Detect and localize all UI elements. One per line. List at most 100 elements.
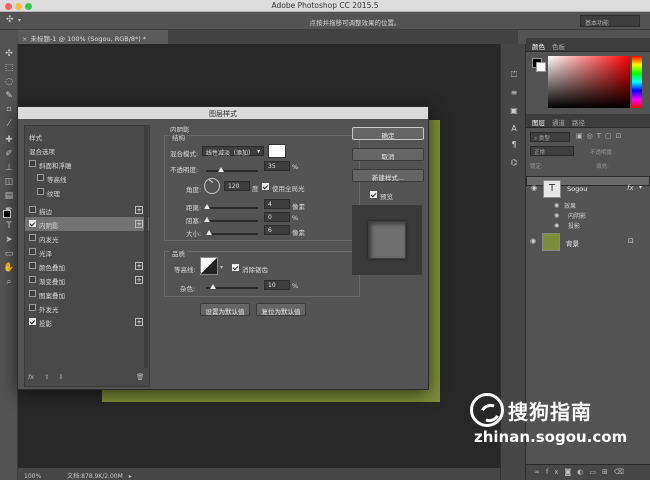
shape-icon[interactable]: ▭: [3, 248, 15, 260]
style-item-contour[interactable]: 等高线: [25, 171, 149, 185]
properties-icon[interactable]: ▣: [507, 106, 521, 118]
chevron-down-icon[interactable]: ▾: [18, 17, 21, 24]
background-swatch[interactable]: [536, 62, 546, 72]
style-item-texture[interactable]: 纹理: [25, 185, 149, 199]
folder-icon[interactable]: ▭: [589, 468, 602, 476]
trash-icon[interactable]: 🗑: [136, 373, 144, 381]
style-checkbox[interactable]: [29, 318, 36, 325]
slider-handle[interactable]: [206, 230, 212, 235]
slider-handle[interactable]: [210, 284, 216, 289]
hand-icon[interactable]: ✋: [3, 262, 15, 274]
tab-channels[interactable]: 通道: [552, 117, 565, 127]
quick-select-icon[interactable]: ✎: [3, 90, 15, 102]
style-checkbox[interactable]: [29, 276, 36, 283]
eye-icon[interactable]: ◉: [530, 237, 536, 245]
style-checkbox[interactable]: [29, 220, 36, 227]
choke-slider[interactable]: [204, 217, 258, 222]
style-checkbox[interactable]: [29, 206, 36, 213]
link-icon[interactable]: ∞: [534, 468, 546, 476]
style-item-outer-glow[interactable]: 外发光: [25, 301, 149, 315]
make-default-button[interactable]: 设置为默认值: [200, 303, 250, 316]
blend-mode-select[interactable]: 正常: [530, 146, 574, 156]
style-checkbox[interactable]: [37, 188, 44, 195]
tab-color[interactable]: 颜色: [532, 41, 545, 51]
style-item-inner-glow[interactable]: 内发光: [25, 231, 149, 245]
style-checkbox[interactable]: [29, 262, 36, 269]
size-input[interactable]: 6: [264, 225, 290, 235]
preview-checkbox[interactable]: [370, 191, 377, 198]
move-up-icon[interactable]: ⇧: [44, 373, 49, 381]
fx-icon[interactable]: fx: [28, 373, 34, 381]
fx-icon[interactable]: fx: [627, 184, 634, 192]
gradient-icon[interactable]: ▤: [3, 190, 15, 202]
zoom-level[interactable]: 100%: [24, 473, 41, 480]
move-down-icon[interactable]: ⇩: [58, 373, 63, 381]
hue-slider[interactable]: [632, 56, 642, 108]
chevron-down-icon[interactable]: ▾: [220, 264, 223, 271]
slider-handle[interactable]: [218, 167, 224, 172]
type-icon[interactable]: T: [3, 220, 15, 232]
add-icon[interactable]: +: [135, 206, 143, 214]
add-icon[interactable]: +: [135, 276, 143, 284]
antialias-checkbox[interactable]: [232, 264, 239, 271]
style-item-gradient-overlay[interactable]: 渐变叠加 +: [25, 273, 149, 287]
eye-icon[interactable]: ◉: [531, 184, 537, 192]
mask-icon[interactable]: ◙: [564, 468, 577, 476]
reset-default-button[interactable]: 复位为默认值: [256, 303, 306, 316]
fx-menu-icon[interactable]: fx: [546, 468, 565, 476]
style-item-stroke[interactable]: 描边 +: [25, 203, 149, 217]
new-style-button[interactable]: 新建样式...: [352, 169, 424, 182]
slider-handle[interactable]: [204, 217, 210, 222]
distance-slider[interactable]: [204, 204, 258, 209]
move-icon[interactable]: ✣: [3, 48, 15, 60]
tab-paths[interactable]: 路径: [572, 117, 585, 127]
color-picker-field[interactable]: [548, 56, 630, 108]
eye-icon[interactable]: ◉: [554, 202, 559, 209]
tab-swatches[interactable]: 色板: [552, 41, 565, 51]
styles-scrollbar[interactable]: [144, 126, 148, 368]
style-item-drop-shadow[interactable]: 投影 +: [25, 315, 149, 329]
noise-slider[interactable]: [206, 284, 258, 289]
style-checkbox[interactable]: [29, 160, 36, 167]
adjustment-layer-icon[interactable]: ◐: [577, 468, 589, 476]
character-icon[interactable]: A: [507, 124, 521, 136]
style-item-bevel[interactable]: 斜面和浮雕: [25, 157, 149, 171]
opacity-slider[interactable]: [206, 167, 258, 172]
paragraph-icon[interactable]: ¶: [507, 140, 521, 152]
angle-input[interactable]: 120: [224, 181, 250, 191]
eye-icon[interactable]: ◉: [554, 212, 559, 219]
choke-input[interactable]: 0: [264, 212, 290, 222]
trash-icon[interactable]: ⌫: [614, 468, 630, 476]
distance-input[interactable]: 4: [264, 199, 290, 209]
document-tab[interactable]: × 未标题-1 @ 100% (Sogou, RGB/8*) *: [18, 30, 168, 44]
style-checkbox[interactable]: [29, 290, 36, 297]
path-select-icon[interactable]: ➤: [3, 234, 15, 246]
ok-button[interactable]: 确定: [352, 127, 424, 140]
chevron-down-icon[interactable]: ▾: [639, 184, 642, 191]
layer-kind-filter[interactable]: ⌕ 类型: [530, 132, 570, 142]
chevron-right-icon[interactable]: ▸: [129, 473, 132, 480]
blend-mode-select[interactable]: 线性减淡（添加） ▾: [202, 146, 264, 157]
marquee-icon[interactable]: ⬚: [3, 62, 15, 74]
history-icon[interactable]: ⏍: [507, 70, 521, 82]
adjustments-icon[interactable]: ≡: [507, 88, 521, 100]
lasso-icon[interactable]: ◌: [3, 76, 15, 88]
zoom-icon[interactable]: ⌕: [3, 276, 15, 288]
add-icon[interactable]: +: [135, 318, 143, 326]
style-checkbox[interactable]: [29, 248, 36, 255]
noise-input[interactable]: 10: [264, 280, 290, 290]
shadow-color-swatch[interactable]: [268, 144, 286, 158]
eyedropper-icon[interactable]: ⁄: [3, 118, 15, 130]
new-layer-icon[interactable]: ⊞: [602, 468, 614, 476]
brush-icon[interactable]: ✐: [3, 148, 15, 160]
cancel-button[interactable]: 取消: [352, 148, 424, 161]
filter-icons[interactable]: ▣◎T▢⊡: [576, 132, 625, 140]
eraser-icon[interactable]: ◫: [3, 176, 15, 188]
workspace-select[interactable]: 基本功能: [580, 15, 640, 27]
close-tab-icon[interactable]: ×: [22, 35, 27, 43]
style-item-satin[interactable]: 光泽: [25, 245, 149, 259]
libraries-icon[interactable]: ⌬: [507, 158, 521, 170]
healing-brush-icon[interactable]: ✚: [3, 134, 15, 146]
tab-layers[interactable]: 图层: [532, 117, 545, 127]
blend-options-item[interactable]: 混合选项: [25, 143, 149, 157]
